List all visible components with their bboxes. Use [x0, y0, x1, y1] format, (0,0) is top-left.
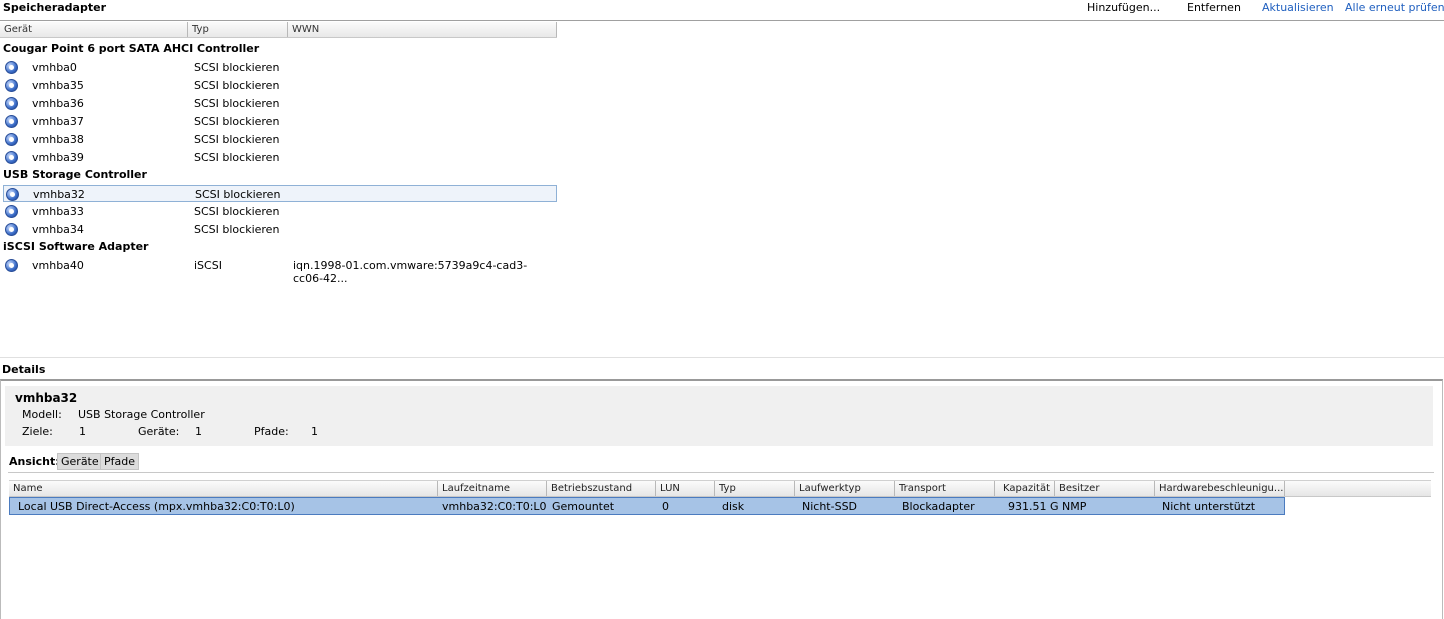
grid-col-drive-type[interactable]: Laufwerktyp — [795, 481, 895, 496]
adapter-row[interactable]: vmhba34 SCSI blockieren — [3, 221, 557, 238]
device-type: iSCSI — [194, 259, 222, 272]
adapter-icon — [5, 61, 18, 74]
adapter-icon — [5, 223, 18, 236]
adapter-row[interactable]: vmhba40 iSCSI iqn.1998-01.com.vmware:573… — [3, 257, 557, 285]
adapter-table-header: Gerät Typ WWN — [0, 22, 557, 38]
adapter-row[interactable]: vmhba35 SCSI blockieren — [3, 77, 557, 94]
device-type: SCSI blockieren — [194, 151, 280, 164]
rescan-all-link[interactable]: Alle erneut prüfen... — [1345, 1, 1444, 14]
grid-col-type[interactable]: Typ — [715, 481, 795, 496]
details-title: Details — [2, 363, 46, 376]
device-name: vmhba36 — [32, 97, 84, 110]
model-label: Modell: — [22, 408, 62, 421]
group-header-iscsi: iSCSI Software Adapter — [3, 240, 149, 253]
adapter-icon — [5, 205, 18, 218]
device-name: vmhba33 — [32, 205, 84, 218]
adapter-icon — [5, 259, 18, 272]
grid-divider — [8, 472, 1434, 473]
grid-col-runtime-name[interactable]: Laufzeitname — [438, 481, 547, 496]
paths-label: Pfade: — [254, 425, 289, 438]
group-header-sata: Cougar Point 6 port SATA AHCI Controller — [3, 42, 260, 55]
grid-col-lun[interactable]: LUN — [656, 481, 715, 496]
adapter-icon — [5, 133, 18, 146]
targets-value: 1 — [79, 425, 86, 438]
group-header-usb: USB Storage Controller — [3, 168, 147, 181]
add-link[interactable]: Hinzufügen... — [1087, 1, 1160, 14]
adapter-row[interactable]: vmhba37 SCSI blockieren — [3, 113, 557, 130]
device-type: SCSI blockieren — [194, 97, 280, 110]
device-wwn: iqn.1998-01.com.vmware:5739a9c4-cad3-cc0… — [293, 259, 528, 285]
device-grid-row[interactable]: Local USB Direct-Access (mpx.vmhba32:C0:… — [9, 497, 1285, 515]
top-header: Speicheradapter Hinzufügen... Entfernen … — [0, 0, 1444, 20]
grid-col-owner[interactable]: Besitzer — [1055, 481, 1155, 496]
adapter-row-selected[interactable]: vmhba32 SCSI blockieren — [3, 185, 557, 202]
remove-link[interactable]: Entfernen — [1187, 1, 1241, 14]
device-name: vmhba0 — [32, 61, 77, 74]
adapter-info-box: vmhba32 Modell: USB Storage Controller Z… — [5, 386, 1433, 446]
cell-type: disk — [722, 500, 745, 513]
details-divider — [0, 357, 1444, 358]
adapter-icon — [5, 97, 18, 110]
adapter-row[interactable]: vmhba33 SCSI blockieren — [3, 203, 557, 220]
cell-runtime-name: vmhba32:C0:T0:L0 — [442, 500, 547, 513]
device-type: SCSI blockieren — [194, 223, 280, 236]
adapter-row[interactable]: vmhba39 SCSI blockieren — [3, 149, 557, 166]
devices-value: 1 — [195, 425, 202, 438]
refresh-link[interactable]: Aktualisieren — [1262, 1, 1334, 14]
device-name: vmhba34 — [32, 223, 84, 236]
cell-drive-type: Nicht-SSD — [802, 500, 858, 513]
adapter-row[interactable]: vmhba0 SCSI blockieren — [3, 59, 557, 76]
cell-lun: 0 — [662, 500, 669, 513]
adapter-icon — [5, 79, 18, 92]
grid-col-transport[interactable]: Transport — [895, 481, 995, 496]
adapter-name: vmhba32 — [15, 391, 78, 405]
paths-value: 1 — [311, 425, 318, 438]
grid-col-hw-accel[interactable]: Hardwarebeschleunigu... — [1155, 481, 1285, 496]
model-value: USB Storage Controller — [78, 408, 205, 421]
cell-name: Local USB Direct-Access (mpx.vmhba32:C0:… — [18, 500, 295, 513]
adapter-icon — [5, 151, 18, 164]
device-name: vmhba38 — [32, 133, 84, 146]
device-type: SCSI blockieren — [194, 115, 280, 128]
adapter-row[interactable]: vmhba38 SCSI blockieren — [3, 131, 557, 148]
device-name: vmhba35 — [32, 79, 84, 92]
column-header-device[interactable]: Gerät — [0, 22, 188, 37]
device-name: vmhba32 — [33, 188, 85, 201]
cell-operational-state: Gemountet — [552, 500, 615, 513]
view-paths-button[interactable]: Pfade — [100, 453, 139, 470]
adapter-icon — [5, 115, 18, 128]
device-grid-header: Name Laufzeitname Betriebszustand LUN Ty… — [9, 480, 1431, 497]
devices-label: Geräte: — [138, 425, 180, 438]
cell-owner: NMP — [1062, 500, 1087, 513]
device-name: vmhba37 — [32, 115, 84, 128]
grid-col-name[interactable]: Name — [9, 481, 438, 496]
device-type: SCSI blockieren — [194, 133, 280, 146]
cell-hw-accel: Nicht unterstützt — [1162, 500, 1256, 513]
column-header-type[interactable]: Typ — [188, 22, 288, 37]
device-type: SCSI blockieren — [194, 79, 280, 92]
grid-col-operational-state[interactable]: Betriebszustand — [547, 481, 656, 496]
cell-capacity: 931.51 G — [1008, 500, 1059, 513]
header-divider — [0, 20, 1444, 21]
view-devices-button[interactable]: Geräte — [57, 453, 103, 470]
device-type: SCSI blockieren — [194, 61, 280, 74]
device-name: vmhba40 — [32, 259, 84, 272]
device-type: SCSI blockieren — [195, 188, 281, 201]
device-type: SCSI blockieren — [194, 205, 280, 218]
grid-col-capacity[interactable]: Kapazität — [995, 481, 1055, 496]
device-name: vmhba39 — [32, 151, 84, 164]
cell-transport: Blockadapter — [902, 500, 975, 513]
column-header-wwn[interactable]: WWN — [288, 22, 557, 37]
adapter-icon — [6, 188, 19, 201]
targets-label: Ziele: — [22, 425, 53, 438]
adapter-row[interactable]: vmhba36 SCSI blockieren — [3, 95, 557, 112]
page-title: Speicheradapter — [3, 1, 107, 14]
view-label: Ansicht: — [9, 455, 60, 468]
